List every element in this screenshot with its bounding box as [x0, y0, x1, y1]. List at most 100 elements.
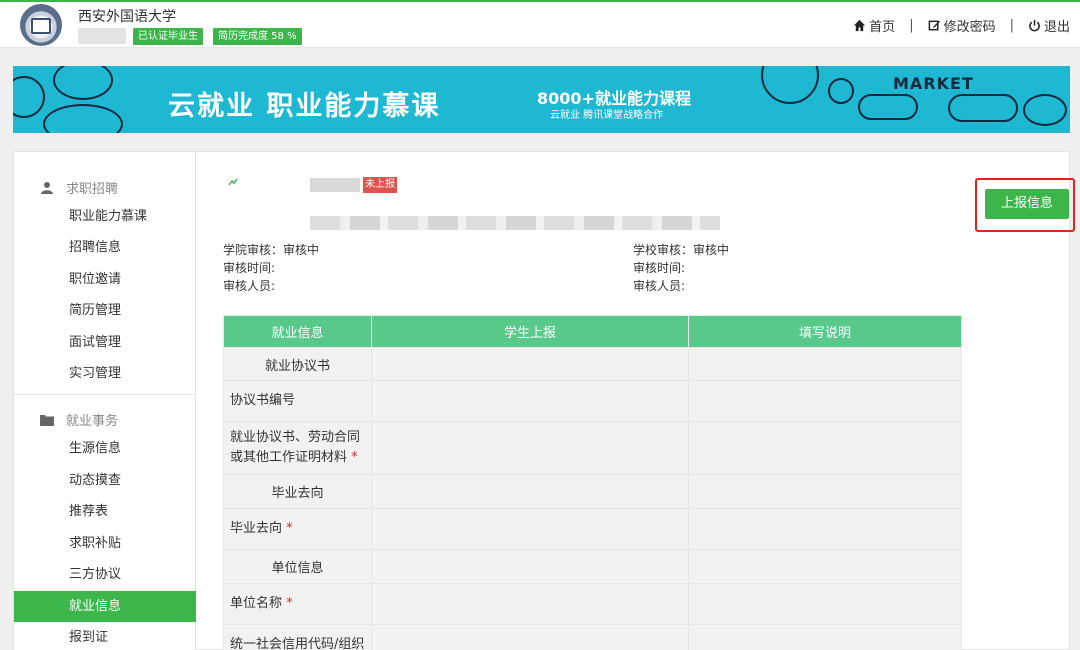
- college-review-status: 学院审核：审核中: [223, 243, 320, 257]
- university-logo: [20, 4, 62, 46]
- sidebar-item-employment-info[interactable]: 就业信息: [14, 591, 196, 622]
- top-nav: 首页 | 修改密码 | 退出: [853, 16, 1070, 35]
- promo-banner[interactable]: 云就业 职业能力慕课 8000+就业能力课程 云就业 腾讯课堂战略合作 MARK…: [13, 66, 1070, 133]
- change-password-label: 修改密码: [943, 20, 996, 35]
- sidebar-item-internship[interactable]: 实习管理: [14, 358, 196, 389]
- section-label: 毕业去向: [223, 474, 372, 509]
- instruction-cell: [688, 624, 962, 650]
- sidebar-item-recommendation[interactable]: 推荐表: [14, 496, 196, 527]
- table-row: 协议书编号: [223, 380, 962, 422]
- report-info-button[interactable]: 上报信息: [985, 189, 1069, 219]
- sidebar-group-recruitment: 求职招聘: [40, 178, 118, 197]
- banner-title: 云就业 职业能力慕课: [168, 91, 441, 122]
- school-review-time: 审核时间:: [633, 261, 686, 275]
- student-report-cell[interactable]: [371, 583, 689, 625]
- field-label: 协议书编号: [223, 380, 372, 422]
- status-badge: 未上报: [363, 177, 397, 193]
- school-reviewer: 审核人员:: [633, 279, 686, 293]
- atom-doodle: [53, 66, 113, 100]
- field-label: 毕业去向 *: [223, 508, 372, 550]
- atom-doodle: [1023, 94, 1067, 126]
- cloud-doodle: [948, 94, 1018, 122]
- column-header: 就业信息: [223, 315, 372, 348]
- magnifier-doodle: [761, 66, 819, 104]
- table-row: 就业协议书、劳动合同或其他工作证明材料 *: [223, 421, 962, 475]
- student-report-cell[interactable]: [371, 474, 689, 509]
- content-frame: 求职招聘 职业能力慕课 招聘信息 职位邀请 简历管理 面试管理 实习管理 就业事…: [13, 151, 1075, 650]
- field-label: 单位名称 *: [223, 583, 372, 625]
- student-report-cell[interactable]: [371, 421, 689, 475]
- college-review: 学院审核：审核中 审核时间: 审核人员:: [223, 241, 319, 295]
- report-button-highlight: 上报信息: [975, 178, 1075, 232]
- table-row: 单位名称 *: [223, 583, 962, 625]
- section-label: 就业协议书: [223, 347, 372, 381]
- college-review-time: 审核时间:: [223, 261, 276, 275]
- student-report-cell[interactable]: [371, 508, 689, 550]
- sidebar-item-tripartite[interactable]: 三方协议: [14, 559, 196, 590]
- required-marker: *: [351, 450, 358, 465]
- formula-doodle: [43, 104, 123, 133]
- student-details-blurred: [310, 216, 720, 230]
- instruction-cell: [688, 508, 962, 550]
- instruction-cell: [688, 380, 962, 422]
- folder-icon: [40, 414, 54, 426]
- field-label-text: 毕业去向: [230, 521, 283, 536]
- table-section-row: 就业协议书: [223, 347, 962, 381]
- sidebar-item-mooc[interactable]: 职业能力慕课: [14, 201, 196, 232]
- field-label-text: 就业协议书、劳动合同或其他工作证明材料: [230, 430, 361, 465]
- bulb-doodle: [828, 78, 854, 104]
- logout-link[interactable]: 退出: [1028, 16, 1070, 35]
- table-row: 毕业去向 *: [223, 508, 962, 550]
- sidebar: 求职招聘 职业能力慕课 招聘信息 职位邀请 简历管理 面试管理 实习管理 就业事…: [14, 152, 196, 650]
- instruction-cell: [688, 583, 962, 625]
- banner-caption: 云就业 腾讯课堂战略合作: [550, 110, 664, 121]
- sidebar-item-survey[interactable]: 动态摸查: [14, 465, 196, 496]
- table-row: 统一社会信用代码/组织: [223, 624, 962, 650]
- nav-separator: |: [1009, 18, 1014, 33]
- instruction-cell: [688, 549, 962, 584]
- sidebar-item-recruitment-info[interactable]: 招聘信息: [14, 232, 196, 263]
- user-name-blurred: [78, 28, 126, 44]
- market-text: MARKET: [893, 74, 974, 93]
- instruction-cell: [688, 421, 962, 475]
- student-report-cell[interactable]: [371, 549, 689, 584]
- employment-info-table: 就业信息 学生上报 填写说明 就业协议书 协议书编号 就业协议书、劳动合同或其他…: [223, 315, 962, 650]
- sidebar-item-registration-cert[interactable]: 报到证: [14, 622, 196, 650]
- sidebar-item-resume[interactable]: 简历管理: [14, 295, 196, 326]
- sidebar-group-employment: 就业事务: [40, 410, 118, 429]
- section-label: 单位信息: [223, 549, 372, 584]
- certified-badge: 已认证毕业生: [133, 28, 203, 45]
- top-header: 西安外国语大学 已认证毕业生 简历完成度 58 % 首页 | 修改密码 | 退出: [0, 0, 1080, 48]
- university-name: 西安外国语大学: [78, 9, 176, 25]
- nav-separator: |: [909, 18, 914, 33]
- required-marker: *: [286, 596, 293, 611]
- logout-label: 退出: [1043, 20, 1070, 35]
- school-review-status: 学校审核：审核中: [633, 243, 730, 257]
- column-header: 学生上报: [371, 315, 689, 348]
- college-reviewer: 审核人员:: [223, 279, 276, 293]
- sidebar-divider: [14, 394, 196, 395]
- required-marker: *: [286, 521, 293, 536]
- student-report-cell[interactable]: [371, 347, 689, 381]
- edit-icon: [928, 20, 940, 31]
- instruction-cell: [688, 347, 962, 381]
- sidebar-item-student-source[interactable]: 生源信息: [14, 433, 196, 464]
- home-link[interactable]: 首页: [853, 16, 895, 35]
- circle-doodle: [13, 76, 45, 118]
- broken-image-icon: [228, 178, 238, 186]
- home-label: 首页: [869, 20, 896, 35]
- sidebar-item-job-invitation[interactable]: 职位邀请: [14, 264, 196, 295]
- field-label: 统一社会信用代码/组织: [223, 624, 372, 650]
- cloud-doodle: [858, 94, 918, 120]
- home-icon: [854, 19, 866, 32]
- field-label-text: 单位名称: [230, 596, 283, 611]
- instruction-cell: [688, 474, 962, 509]
- sidebar-item-subsidy[interactable]: 求职补贴: [14, 528, 196, 559]
- user-icon: [41, 181, 53, 194]
- sidebar-item-interview[interactable]: 面试管理: [14, 327, 196, 358]
- resume-progress-badge: 简历完成度 58 %: [213, 28, 302, 45]
- student-report-cell[interactable]: [371, 380, 689, 422]
- student-report-cell[interactable]: [371, 624, 689, 650]
- change-password-link[interactable]: 修改密码: [928, 16, 996, 35]
- column-header: 填写说明: [688, 315, 962, 348]
